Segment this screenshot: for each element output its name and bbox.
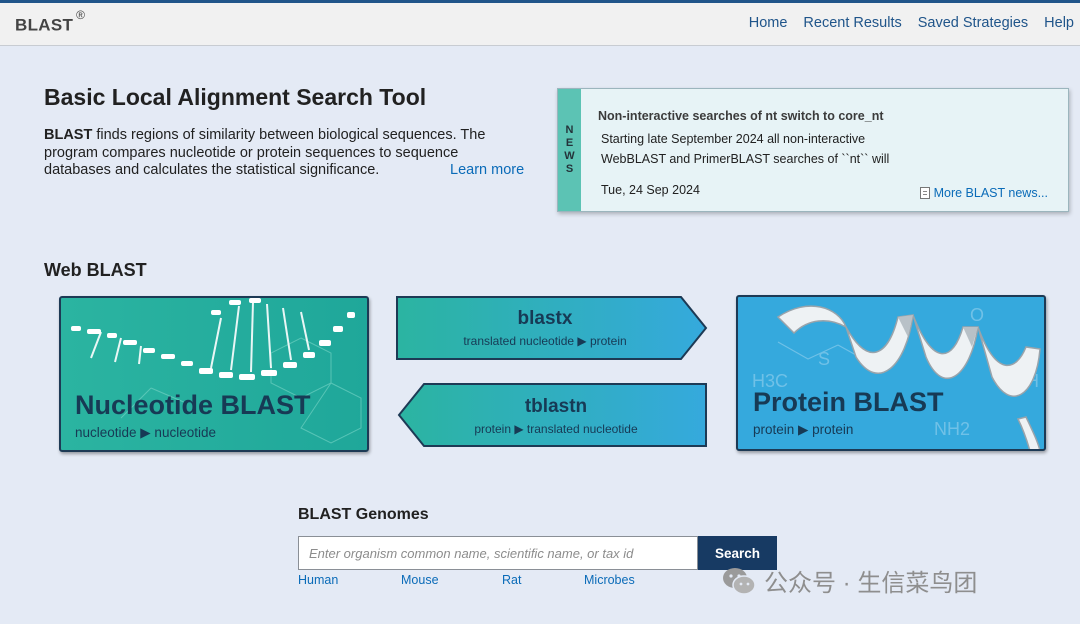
intro-lead-bold: BLAST [44,127,93,143]
protein-blast-subtitle: protein ▶ protein [753,422,854,437]
tblastn-title[interactable]: tblastn [406,396,706,418]
news-panel: N E W S Non-interactive searches of nt s… [557,88,1069,212]
news-body: Starting late September 2024 all non-int… [601,132,890,166]
registered-mark: ® [76,8,86,22]
nav-home-link[interactable]: Home [749,15,788,31]
protein-blast-card[interactable]: H3C S O OH NH2 Protein BLAST protein ▶ p… [736,295,1046,451]
blastx-subtitle: translated nucleotide ▶ protein [463,334,627,348]
blastx-title[interactable]: blastx [395,308,695,330]
more-news-link[interactable]: More BLAST news... [919,186,1048,200]
organism-search-input[interactable] [298,536,698,570]
top-nav: Home Recent Results Saved Strategies Hel… [733,15,1074,31]
organism-link-human[interactable]: Human [298,573,338,587]
organism-link-microbes[interactable]: Microbes [584,573,635,587]
news-tab: N E W S [558,89,581,211]
svg-text:S: S [818,349,830,369]
document-icon [919,187,930,199]
organism-link-rat[interactable]: Rat [502,573,521,587]
news-tab-letter: W [564,150,575,162]
svg-text:NH2: NH2 [934,419,970,439]
nav-help-link[interactable]: Help [1044,15,1074,31]
organism-link-mouse[interactable]: Mouse [401,573,439,587]
tblastn-subtitle: protein ▶ translated nucleotide [474,422,638,436]
nucleotide-blast-title[interactable]: Nucleotide BLAST [75,390,311,421]
web-blast-heading: Web BLAST [44,260,147,280]
intro-lead-text: finds regions of similarity between biol… [44,127,486,178]
protein-blast-title[interactable]: Protein BLAST [753,387,944,418]
more-news-label[interactable]: More BLAST news... [934,186,1048,200]
top-bar: BLAST® Home Recent Results Saved Strateg… [0,0,1080,46]
blast-logo[interactable]: BLAST® [15,8,85,36]
nucleotide-blast-subtitle: nucleotide ▶ nucleotide [75,425,216,440]
intro-description: BLAST finds regions of similarity betwee… [44,127,514,180]
tblastn-card[interactable]: tblastn protein ▶ translated nucleotide [396,382,710,450]
news-tab-letter: S [565,163,574,175]
nav-recent-results-link[interactable]: Recent Results [803,15,901,31]
watermark-text: 公众号 · 生信菜鸟团 [764,570,978,597]
news-tab-letter: E [565,137,574,149]
blastx-card[interactable]: blastx translated nucleotide ▶ protein [395,295,709,363]
svg-text:O: O [970,305,984,325]
nav-saved-strategies-link[interactable]: Saved Strategies [918,15,1028,31]
page-title: Basic Local Alignment Search Tool [44,84,427,110]
blast-genomes-heading: BLAST Genomes [298,506,429,523]
news-date: Tue, 24 Sep 2024 [601,183,700,197]
news-headline[interactable]: Non-interactive searches of nt switch to… [598,109,884,123]
wechat-icon [723,567,756,595]
logo-text[interactable]: BLAST [15,16,73,35]
wechat-watermark: 公众号 · 生信菜鸟团 [722,563,977,598]
learn-more-link[interactable]: Learn more [450,162,524,178]
nucleotide-blast-card[interactable]: Nucleotide BLAST nucleotide ▶ nucleotide [59,296,369,452]
news-tab-letter: N [565,124,574,136]
